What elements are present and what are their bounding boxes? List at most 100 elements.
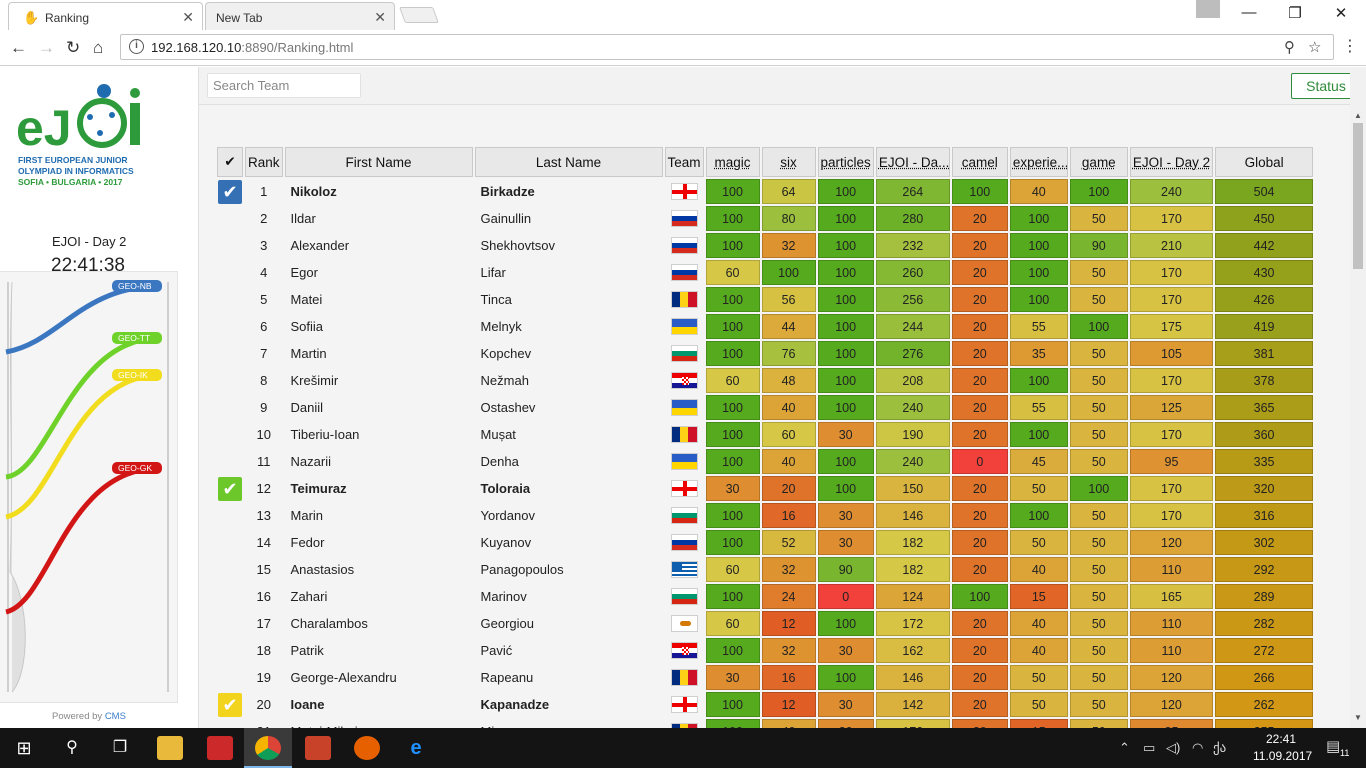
contest-header-day2[interactable]: EJOI - Day 2 [1129,147,1214,177]
row-select-checkbox[interactable] [217,422,243,447]
network-icon[interactable]: ▭ [1143,740,1155,756]
tray-expand-icon[interactable]: ⌃ [1119,740,1130,756]
table-row[interactable]: 15 Anastasios Panagopoulos 60 32 90 182 20 40 50 1… [217,557,1314,582]
row-select-checkbox[interactable] [217,530,243,555]
wifi-icon[interactable]: ◠ [1192,740,1203,756]
row-select-checkbox[interactable]: ✔ [217,179,243,204]
row-select-checkbox[interactable] [217,368,243,393]
forward-arrow-icon[interactable]: → [38,38,55,58]
new-tab-button[interactable] [399,7,439,23]
zoom-icon[interactable]: ⚲ [1284,38,1295,56]
scroll-up-icon[interactable]: ▲ [1354,111,1362,120]
task-header-camel[interactable]: camel [951,147,1008,177]
contest-header-day1[interactable]: EJOI - Da... [875,147,950,177]
table-row[interactable]: 4 Egor Lifar 60 100 100 260 20 100 50 170 430 [217,260,1314,285]
table-row[interactable]: 11 Nazarii Denha 100 40 100 240 0 45 50 95 335 [217,449,1314,474]
close-window-icon[interactable]: ✕ [1318,4,1364,22]
row-select-checkbox[interactable] [217,287,243,312]
table-row[interactable]: 13 Marin Yordanov 100 16 30 146 20 100 50 170 316 [217,503,1314,528]
site-info-icon[interactable]: i [129,39,144,54]
search-team-input[interactable] [207,73,361,98]
row-select-checkbox[interactable] [217,314,243,339]
table-row[interactable]: 17 Charalambos Georgiou 60 12 100 172 20 40 50 110… [217,611,1314,636]
score-history-chart[interactable]: GEO-NB GEO-TT GEO-IK GEO-GK [0,271,178,703]
table-row[interactable]: 16 Zahari Marinov 100 24 0 124 100 15 50 165 289 [217,584,1314,609]
scroll-down-icon[interactable]: ▼ [1354,713,1362,722]
minimize-icon[interactable]: — [1226,4,1272,21]
row-select-checkbox[interactable] [217,665,243,690]
table-row[interactable]: 3 Alexander Shekhovtsov 100 32 100 232 20 100 90 2… [217,233,1314,258]
search-icon[interactable]: ⚲ [59,736,85,760]
chrome-icon[interactable] [255,736,281,760]
windows-start-icon[interactable]: ⊞ [11,736,37,760]
table-row[interactable]: 10 Tiberiu-Ioan Mușat 100 60 30 190 20 100 50 170 3… [217,422,1314,447]
row-select-checkbox[interactable] [217,719,243,728]
app-icon[interactable] [207,736,233,760]
tab-new-tab[interactable]: New Tab ✕ [205,2,395,30]
first-name-column-header[interactable]: First Name [284,147,473,177]
bookmark-star-icon[interactable]: ☆ [1308,38,1321,56]
global-score-cell: 320 [1215,476,1314,501]
table-row[interactable]: 18 Patrik Pavić 100 32 30 162 20 40 50 110 272 [217,638,1314,663]
task-header-particles[interactable]: particles [817,147,874,177]
taskbar-time[interactable]: 22:41 [1266,732,1296,746]
last-name-column-header[interactable]: Last Name [474,147,663,177]
tab-ranking[interactable]: ✋ Ranking ✕ [8,2,203,30]
table-row[interactable]: ✔ 20 Ioane Kapanadze 100 12 30 142 20 50 50 120 262 [217,692,1314,717]
team-column-header[interactable]: Team [664,147,704,177]
row-select-checkbox[interactable] [217,233,243,258]
table-row[interactable]: 6 Sofiia Melnyk 100 44 100 244 20 55 100 175 419 [217,314,1314,339]
table-row[interactable]: ✔ 12 Teimuraz Toloraia 30 20 100 150 20 50 100 170 3… [217,476,1314,501]
row-select-checkbox[interactable] [217,503,243,528]
row-select-checkbox[interactable]: ✔ [217,692,243,717]
scrollbar-thumb[interactable] [1353,123,1363,269]
table-row[interactable]: 21Matei-MihaiMi... 100403017020155085255 [217,719,1314,728]
row-select-checkbox[interactable]: ✔ [217,476,243,501]
rank-column-header[interactable]: Rank [245,147,283,177]
home-icon[interactable]: ⌂ [93,38,103,58]
reload-icon[interactable]: ↻ [66,38,80,58]
address-bar[interactable]: i 192.168.120.10:8890/Ranking.html ⚲ ☆ [120,34,1334,60]
volume-icon[interactable]: ◁) [1166,740,1180,756]
row-select-checkbox[interactable] [217,395,243,420]
global-column-header[interactable]: Global [1215,147,1314,177]
taskbar-date[interactable]: 11.09.2017 [1253,749,1312,763]
table-row[interactable]: 5 Matei Tinca 100 56 100 256 20 100 50 170 426 [217,287,1314,312]
action-center-icon[interactable]: ▤ [1326,737,1340,755]
table-row[interactable]: ✔ 1 Nikoloz Birkadze 100 64 100 264 100 40 100 240 5… [217,179,1314,204]
row-select-checkbox[interactable] [217,341,243,366]
firefox-icon[interactable] [354,736,380,760]
edge-icon[interactable]: e [403,736,429,760]
row-select-checkbox[interactable] [217,206,243,231]
page-scrollbar[interactable]: ▲ ▼ [1350,67,1366,728]
task-header-magic[interactable]: magic [705,147,760,177]
input-language[interactable]: ქა [1213,740,1226,756]
table-row[interactable]: 19 George-Alexandru Rapeanu 30 16 100 146 20 50 5… [217,665,1314,690]
status-button[interactable]: Status [1291,73,1350,99]
restore-icon[interactable]: ❐ [1272,4,1318,22]
row-select-checkbox[interactable] [217,449,243,474]
table-row[interactable]: 7 Martin Kopchev 100 76 100 276 20 35 50 105 381 [217,341,1314,366]
row-select-checkbox[interactable] [217,638,243,663]
task-header-experience[interactable]: experie... [1009,147,1068,177]
close-tab-icon[interactable]: ✕ [182,9,194,26]
select-column-header[interactable]: ✔ [217,147,243,177]
row-select-checkbox[interactable] [217,557,243,582]
cms-link[interactable]: CMS [105,711,126,722]
task-header-game[interactable]: game [1069,147,1128,177]
row-select-checkbox[interactable] [217,584,243,609]
table-row[interactable]: 8 Krešimir Nežmah 60 48 100 208 20 100 50 170 378 [217,368,1314,393]
back-arrow-icon[interactable]: ← [10,38,27,58]
browser-menu-icon[interactable]: ⋮ [1342,36,1358,56]
app-icon[interactable] [305,736,331,760]
row-select-checkbox[interactable] [217,260,243,285]
table-row[interactable]: 14 Fedor Kuyanov 100 52 30 182 20 50 50 120 302 [217,530,1314,555]
profile-button[interactable] [1196,0,1220,18]
close-tab-icon[interactable]: ✕ [374,9,386,26]
table-row[interactable]: 9 Daniil Ostashev 100 40 100 240 20 55 50 125 365 [217,395,1314,420]
row-select-checkbox[interactable] [217,611,243,636]
table-row[interactable]: 2 Ildar Gainullin 100 80 100 280 20 100 50 170 450 [217,206,1314,231]
file-explorer-icon[interactable] [157,736,183,760]
task-header-six[interactable]: six [761,147,816,177]
task-view-icon[interactable]: ❐ [107,736,133,760]
